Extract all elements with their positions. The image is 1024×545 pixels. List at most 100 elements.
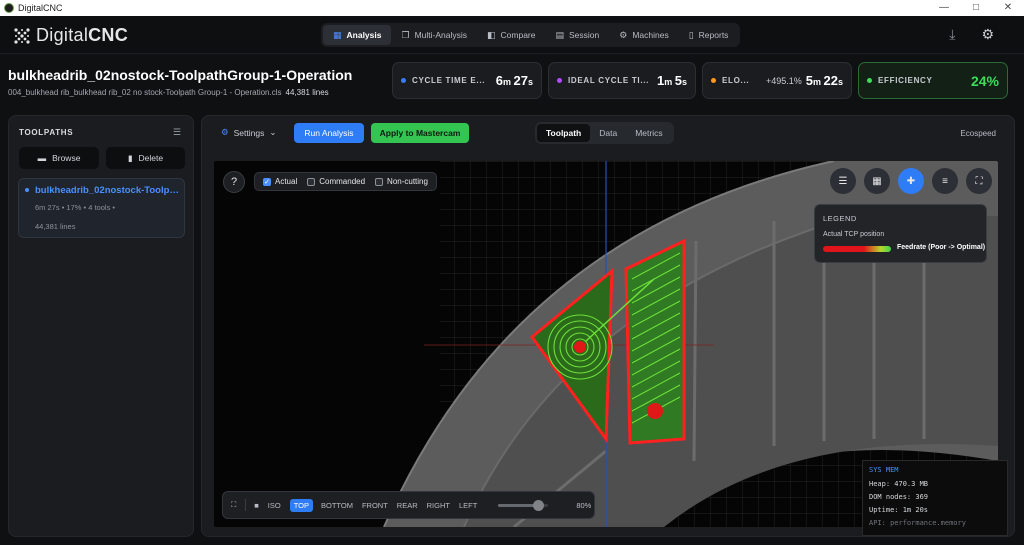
tab-analysis-label: Analysis — [346, 30, 382, 40]
efficiency-value: 24% — [970, 72, 999, 89]
download-icon[interactable]: ⤓ — [949, 26, 955, 43]
zoom-slider[interactable] — [498, 499, 549, 511]
fullscreen-icon[interactable]: ⛶ — [966, 168, 992, 194]
brand-logo[interactable]: Digital CNC — [12, 25, 128, 46]
efficiency-card[interactable]: EFFICIENCY 24% — [858, 62, 1008, 99]
legend-title: LEGEND — [823, 214, 857, 223]
checkbox-actual[interactable]: ✓ Actual — [263, 177, 297, 186]
settings-dropdown[interactable]: ⚙ Settings ⌄ — [221, 127, 276, 138]
view-rear[interactable]: REAR — [397, 501, 418, 510]
operation-file: 004_bulkhead rib_bulkhead rib_02 no stoc… — [8, 88, 282, 97]
zoom-label: 80% — [576, 500, 592, 510]
ideal-cycle-card[interactable]: IDEAL CYCLE TI... 1m 5s — [548, 62, 696, 99]
legend-panel: LEGEND Actual TCP position Feedrate (Poo… — [814, 204, 987, 263]
checkbox-empty-icon — [307, 177, 316, 186]
browse-button[interactable]: ▬ Browse — [19, 147, 99, 169]
profile-label: Ecospeed — [960, 129, 996, 138]
cycle-minutes: 6 — [495, 73, 503, 88]
logo-mark-icon — [14, 27, 30, 44]
ideal-cycle-value: 1m 5s — [657, 73, 687, 88]
list-icon[interactable]: ☰ — [830, 168, 856, 194]
view-iso[interactable]: ISO — [268, 501, 281, 510]
tab-metrics[interactable]: Metrics — [626, 124, 671, 142]
delete-button[interactable]: ▮ Delete — [106, 147, 185, 169]
zoom-slider-knob[interactable] — [532, 499, 544, 511]
brand-name-bold: CNC — [88, 25, 129, 45]
gear-icon[interactable]: ⚙ — [981, 26, 994, 43]
elo-card[interactable]: ELO... +495.1% 5m 22s — [702, 62, 852, 99]
tab-session[interactable]: ▤ Session — [545, 25, 609, 45]
maximize-button[interactable]: □ — [960, 0, 992, 16]
gear-icon: ⚙ — [221, 127, 229, 137]
legend-feedrate-label: Feedrate (Poor -> Optimal) — [897, 244, 986, 251]
checkbox-non-cutting[interactable]: Non-cutting — [375, 177, 428, 186]
tab-data[interactable]: Data — [590, 124, 626, 142]
toolpath-list-item[interactable]: bulkheadrib_02nostock-Toolpath... 6m 27s… — [18, 178, 185, 238]
tab-machines[interactable]: ⚙ Machines — [609, 25, 678, 45]
help-icon[interactable]: ? — [223, 171, 245, 193]
elo-minutes: 5 — [805, 73, 813, 88]
cycle-time-card[interactable]: CYCLE TIME E... 6m 27s — [392, 62, 542, 99]
tab-reports-label: Reports — [698, 30, 729, 40]
sys-mem-title: SYS MEM — [869, 466, 899, 474]
folder-icon: ▬ — [37, 153, 47, 163]
apply-mastercam-button[interactable]: Apply to Mastercam — [371, 123, 469, 143]
session-icon: ▤ — [555, 29, 564, 40]
checkbox-non-cutting-label: Non-cutting — [387, 177, 428, 186]
status-dot — [867, 78, 872, 83]
window-titlebar: DigitalCNC — □ ✕ — [0, 0, 1024, 16]
fit-view-icon[interactable]: ⛶ — [231, 500, 236, 510]
checkbox-empty-icon — [375, 177, 384, 186]
active-dot — [25, 188, 29, 192]
cycle-time-label: CYCLE TIME E... — [412, 76, 486, 85]
sliders-icon[interactable]: ≡ — [932, 168, 958, 194]
app-icon — [4, 3, 14, 13]
layers-icon: ❐ — [401, 29, 410, 40]
view-bottom[interactable]: BOTTOM — [321, 501, 353, 510]
view-tabs: Toolpath Data Metrics — [535, 122, 674, 144]
tab-reports[interactable]: ▯ Reports — [679, 25, 739, 45]
cycle-time-value: 6m 27s — [495, 73, 533, 88]
puzzle-icon[interactable]: ✚ — [898, 168, 924, 194]
view-top[interactable]: TOP — [289, 498, 313, 512]
tab-compare-label: Compare — [500, 30, 536, 40]
status-dot — [401, 78, 406, 83]
elo-seconds: 22 — [823, 73, 838, 88]
toolpath-name: bulkheadrib_02nostock-Toolpath... — [35, 185, 180, 196]
status-dot — [557, 78, 562, 83]
tab-analysis[interactable]: ▦ Analysis — [323, 25, 392, 45]
grid-icon[interactable]: ▦ — [864, 168, 890, 194]
sort-icon[interactable]: ☰ — [173, 127, 181, 138]
operation-subtitle: 004_bulkhead rib_bulkhead rib_02 no stoc… — [8, 88, 329, 97]
toolpath-tools: 4 tools — [88, 203, 111, 212]
heap-readout: Heap: 470.3 MB — [869, 480, 929, 488]
machine-icon: ⚙ — [619, 29, 628, 40]
view-right[interactable]: RIGHT — [427, 501, 450, 510]
tab-toolpath[interactable]: Toolpath — [537, 124, 591, 142]
sys-mem-overlay: SYS MEM Heap: 470.3 MB DOM nodes: 369 Up… — [862, 460, 1008, 536]
dom-nodes-readout: DOM nodes: 369 — [869, 493, 929, 501]
toolpath-pct: 17% — [66, 203, 82, 212]
toolpath-time: 6m 27s — [35, 203, 60, 212]
operation-title: bulkheadrib_02nostock-ToolpathGroup-1-Op… — [8, 67, 353, 83]
delete-label: Delete — [138, 153, 164, 163]
feedrate-gradient-bar — [823, 246, 891, 252]
browse-label: Browse — [52, 153, 81, 163]
run-analysis-button[interactable]: Run Analysis — [294, 123, 364, 143]
close-button[interactable]: ✕ — [992, 0, 1024, 16]
view-front[interactable]: FRONT — [362, 501, 388, 510]
viewport-toolbar: ☰ ▦ ✚ ≡ ⛶ — [830, 168, 992, 194]
view-left[interactable]: LEFT — [459, 501, 477, 510]
camera-icon[interactable]: ■ — [254, 501, 259, 510]
elo-label: ELO... — [722, 76, 750, 85]
brand-name-light: Digital — [36, 25, 89, 45]
checkbox-commanded[interactable]: Commanded — [307, 177, 365, 186]
report-icon: ▯ — [688, 29, 694, 40]
ideal-cycle-label: IDEAL CYCLE TI... — [568, 76, 650, 85]
trash-icon: ▮ — [127, 152, 133, 163]
minimize-button[interactable]: — — [928, 0, 960, 16]
tab-compare[interactable]: ◧ Compare — [477, 25, 545, 45]
toolpath-lines: 44,381 lines — [35, 222, 76, 231]
settings-label: Settings — [233, 127, 265, 138]
tab-multi-analysis[interactable]: ❐ Multi-Analysis — [391, 25, 477, 45]
